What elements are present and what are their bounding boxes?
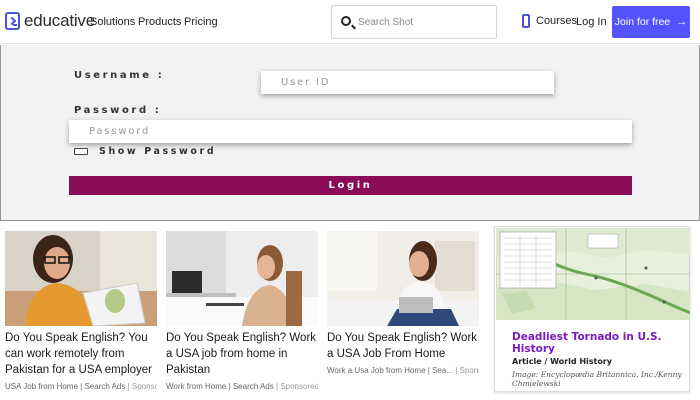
courses-label: Courses	[536, 15, 577, 27]
sponsored-label: | Sponsored	[127, 382, 157, 391]
ad-card[interactable]: Do You Speak English? Work a USA Job Fro…	[327, 231, 479, 375]
sponsored-label: | Sponsored	[455, 366, 479, 375]
sponsored-label: | Sponsored	[275, 382, 318, 391]
ad-card[interactable]: Do You Speak English? You can work remot…	[5, 231, 157, 391]
ad-image[interactable]	[166, 231, 318, 326]
article-title[interactable]: Deadliest Tornado in U.S. History	[512, 331, 682, 355]
courses-link[interactable]: Courses	[516, 14, 577, 28]
search-icon[interactable]	[341, 16, 351, 26]
tornado-map-image[interactable]	[496, 228, 690, 320]
search-box	[331, 5, 497, 39]
image-credit: Image: Encyclopædia Britannica, Inc./Ken…	[512, 370, 682, 388]
show-password-label[interactable]: Show Password	[99, 146, 216, 157]
ad-title[interactable]: Do You Speak English? You can work remot…	[5, 330, 157, 378]
ad-source[interactable]: USA Job from Home | Search Ads	[5, 382, 125, 391]
username-label: Username :	[74, 70, 165, 81]
ad-source[interactable]: Work a Usa Job from Home | Sea...	[327, 366, 453, 375]
search-input[interactable]	[358, 14, 488, 30]
nav-link-solutions[interactable]: Solutions	[90, 16, 135, 28]
password-label: Password :	[74, 105, 162, 116]
article-category: Article / World History	[512, 357, 613, 366]
logo[interactable]: educative	[5, 11, 95, 31]
login-link[interactable]: Log In	[576, 16, 607, 28]
top-nav: educative Solutions Products Pricing Cou…	[0, 0, 700, 44]
phone-icon	[522, 14, 530, 28]
ad-image[interactable]	[5, 231, 157, 326]
join-label: Join for free	[614, 16, 671, 28]
educative-logo-icon	[5, 12, 20, 30]
article-card[interactable]: Deadliest Tornado in U.S. History Articl…	[494, 226, 690, 392]
logo-text: educative	[24, 11, 95, 30]
ad-card[interactable]: Do You Speak English? Work a USA job fro…	[166, 231, 318, 391]
show-password-checkbox[interactable]	[74, 148, 88, 155]
nav-link-products[interactable]: Products	[138, 16, 181, 28]
ad-title[interactable]: Do You Speak English? Work a USA job fro…	[166, 330, 318, 378]
ad-meta: Work a Usa Job from Home | Sea... | Spon…	[327, 366, 479, 375]
ad-source[interactable]: Work from Home | Search Ads	[166, 382, 274, 391]
password-field[interactable]	[69, 120, 632, 143]
nav-link-pricing[interactable]: Pricing	[184, 16, 218, 28]
join-for-free-button[interactable]: Join for free →	[612, 6, 690, 38]
ad-meta: USA Job from Home | Search Ads | Sponsor…	[5, 382, 157, 391]
arrow-right-icon: →	[676, 16, 688, 28]
username-field[interactable]	[261, 71, 554, 94]
login-button[interactable]: Login	[69, 176, 632, 195]
ad-title[interactable]: Do You Speak English? Work a USA Job Fro…	[327, 330, 479, 362]
ad-meta: Work from Home | Search Ads | Sponsored	[166, 382, 318, 391]
ad-image[interactable]	[327, 231, 479, 326]
